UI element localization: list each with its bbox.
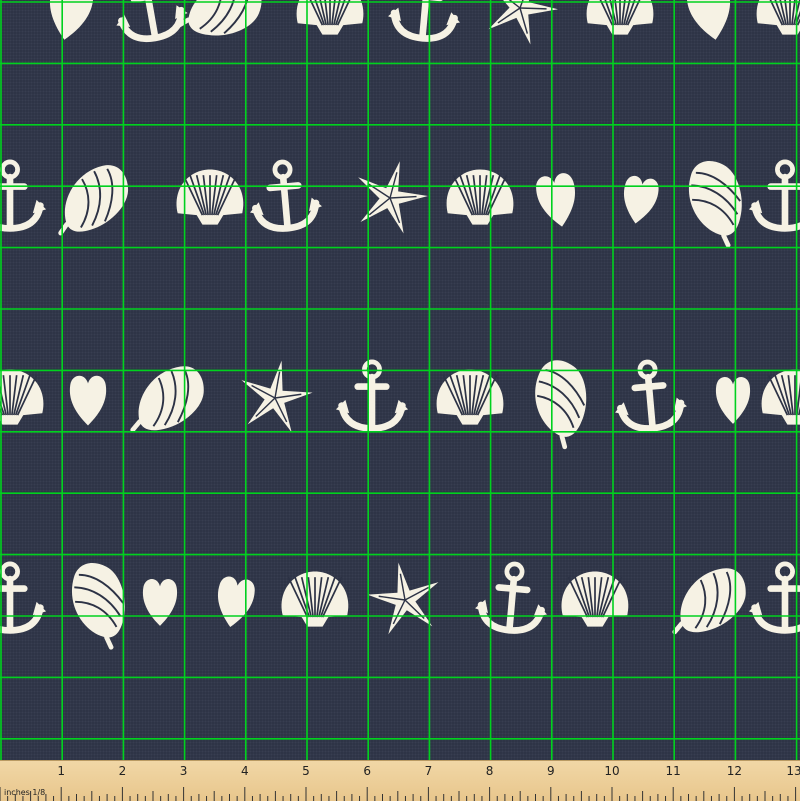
- heart-icon: [715, 377, 751, 424]
- heart-icon: [686, 0, 730, 40]
- scallop-shell-icon: [176, 169, 244, 225]
- scallop-shell-icon: [436, 369, 504, 425]
- fabric-swatch: [0, 0, 800, 760]
- ruler-number: 12: [726, 764, 743, 778]
- heart-icon: [50, 0, 94, 40]
- ruler-number: 9: [546, 764, 555, 778]
- starfish-icon: [358, 161, 428, 234]
- anchor-icon: [0, 159, 47, 232]
- ruler-number: 3: [179, 764, 188, 778]
- scallop-shell-icon: [761, 369, 800, 425]
- nautical-pattern: [0, 0, 800, 650]
- ruler-unit-label: inches 1/8: [4, 788, 46, 797]
- ruler-number: 7: [424, 764, 433, 778]
- ruler-number: 8: [485, 764, 494, 778]
- heart-icon: [69, 375, 107, 426]
- anchor-icon: [475, 561, 547, 634]
- conch-icon: [535, 360, 587, 450]
- heart-icon: [218, 576, 255, 628]
- scallop-shell-icon: [0, 369, 44, 425]
- scallop-shell-icon: [296, 0, 364, 35]
- scallop-shell-icon: [446, 169, 514, 225]
- scallop-shell-icon: [561, 571, 629, 627]
- ruler-number: 10: [604, 764, 620, 778]
- ruler-number: 4: [240, 764, 249, 778]
- conch-icon: [176, 0, 262, 36]
- starfish-icon: [488, 0, 558, 45]
- anchor-icon: [335, 359, 409, 432]
- scallop-shell-icon: [586, 0, 654, 35]
- anchor-icon: [250, 159, 322, 232]
- scallop-shell-icon: [281, 571, 349, 627]
- ruler-number: 1: [57, 764, 66, 778]
- scallop-shell-icon: [756, 0, 800, 35]
- ruler-number: 13: [786, 764, 800, 778]
- heart-icon: [536, 173, 575, 227]
- conch-icon: [130, 366, 204, 433]
- starfish-icon: [241, 360, 313, 433]
- anchor-icon: [116, 0, 188, 43]
- conch-icon: [689, 160, 742, 248]
- anchor-icon: [0, 561, 47, 634]
- inch-ruler: 1 2 3 4 5 6 7 8 9 10 11 12 13 inches 1/8: [0, 760, 800, 801]
- ruler-number: 2: [118, 764, 127, 778]
- conch-icon: [672, 568, 746, 635]
- starfish-icon: [367, 562, 439, 635]
- ruler-number: 6: [363, 764, 372, 778]
- anchor-icon: [388, 0, 460, 42]
- conch-icon: [58, 165, 129, 236]
- ruler-number: 5: [302, 764, 310, 778]
- ruler-number: 11: [665, 764, 681, 778]
- heart-icon: [142, 579, 178, 626]
- anchor-icon: [748, 159, 800, 232]
- anchor-icon: [748, 561, 800, 634]
- heart-icon: [624, 175, 659, 224]
- anchor-icon: [615, 359, 687, 432]
- conch-icon: [72, 562, 125, 650]
